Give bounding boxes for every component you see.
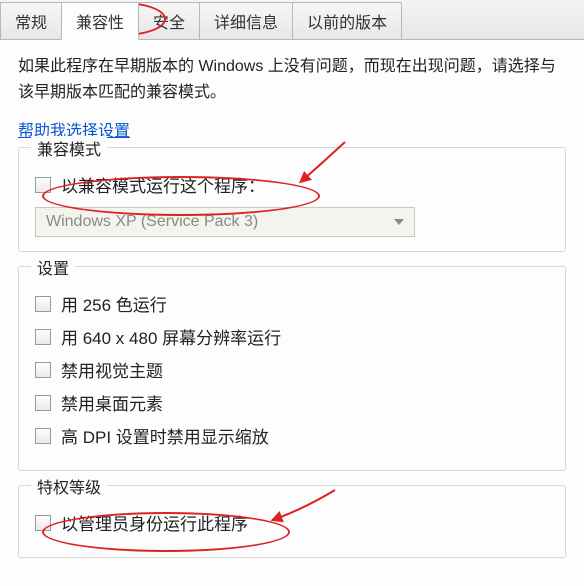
- tab-compatibility[interactable]: 兼容性: [61, 2, 139, 40]
- annotation-arrows: [0, 0, 584, 566]
